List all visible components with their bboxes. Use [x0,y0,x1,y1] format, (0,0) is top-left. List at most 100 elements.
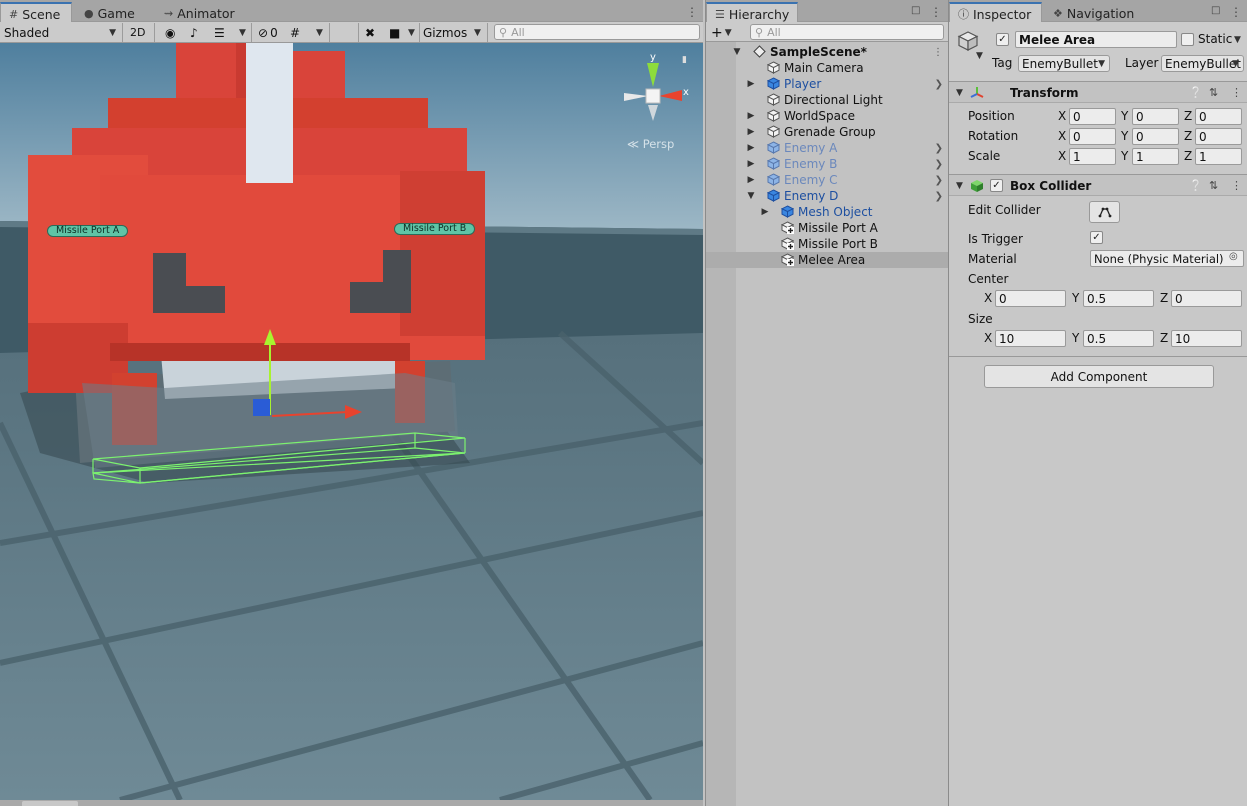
fold-closed-icon[interactable]: ▶ [746,127,756,137]
hierarchy-item[interactable]: ▶ Enemy B ❯ [706,156,948,172]
tools-toggle[interactable]: ✖ [365,24,375,41]
help-icon[interactable]: ❔ [1189,86,1203,99]
component-menu-icon[interactable]: ⋮ [1231,179,1242,192]
audio-toggle[interactable]: ♪ [190,24,198,41]
grid-dropdown[interactable]: ▼ [316,24,323,41]
layer-dropdown[interactable]: EnemyBullet ▼ [1161,55,1244,72]
tab-navigation[interactable]: ❖ Navigation [1045,2,1142,22]
effects-toggle[interactable]: ☰ [214,24,225,41]
gizmos-dropdown[interactable]: ▼ [474,24,481,41]
hierarchy-item[interactable]: ▼ Enemy D ❯ [706,188,948,204]
component-menu-icon[interactable]: ⋮ [1231,86,1242,99]
scene-menu-icon[interactable]: ⋮ [933,47,943,58]
hierarchy-item[interactable]: Missile Port A [706,220,948,236]
center-y-field[interactable]: 0.5 [1083,290,1154,307]
scene-viewport[interactable]: y x ▮ ≪ Persp Missile Port A Missile Por… [0,43,703,800]
inspector-menu-icon[interactable]: ⋮ [1230,5,1242,19]
hierarchy-item[interactable]: ▶ WorldSpace [706,108,948,124]
hierarchy-item[interactable]: ▶ Player ❯ [706,76,948,92]
hierarchy-search-input[interactable]: ⚲ All [750,24,944,40]
center-z-field[interactable]: 0 [1171,290,1242,307]
object-name-field[interactable]: Melee Area [1015,31,1177,48]
lighting-toggle[interactable]: ◉ [165,24,175,41]
missile-port-b-label[interactable]: Missile Port B [394,223,476,235]
size-y-field[interactable]: 0.5 [1083,330,1154,347]
edit-collider-button[interactable] [1089,201,1120,223]
create-button[interactable]: + ▼ [711,24,732,41]
hierarchy-item[interactable]: Missile Port B [706,236,948,252]
hierarchy-item[interactable]: ▶ Grenade Group [706,124,948,140]
fold-open-icon[interactable]: ▼ [732,47,742,57]
camera-settings-button[interactable]: ■ [389,24,400,41]
hierarchy-item[interactable]: Directional Light [706,92,948,108]
open-prefab-icon[interactable]: ❯ [935,79,943,90]
tab-animator[interactable]: ⇝ Animator [156,2,243,22]
hierarchy-item[interactable]: Main Camera [706,60,948,76]
lock-icon[interactable]: □ [911,5,921,16]
center-x-field[interactable]: 0 [995,290,1066,307]
lock-icon[interactable]: ▮ [682,55,687,65]
help-icon[interactable]: ❔ [1189,179,1203,192]
lock-icon[interactable]: □ [1211,5,1221,16]
preset-icon[interactable]: ⇅ [1209,86,1218,99]
transform-scale-x-field[interactable]: 1 [1069,148,1116,165]
open-prefab-icon[interactable]: ❯ [935,191,943,202]
transform-header[interactable]: ▼ Transform ❔ ⇅ ⋮ [949,81,1247,103]
tab-game[interactable]: ● Game [76,2,143,22]
gizmos-button[interactable]: Gizmos [423,24,467,41]
transform-position-y-field[interactable]: 0 [1132,108,1179,125]
fold-closed-icon[interactable]: ▶ [746,143,756,153]
projection-label[interactable]: ≪ Persp [627,137,674,151]
size-x-field[interactable]: 10 [995,330,1066,347]
fold-closed-icon[interactable]: ▶ [746,175,756,185]
transform-scale-y-field[interactable]: 1 [1132,148,1179,165]
open-prefab-icon[interactable]: ❯ [935,159,943,170]
add-component-button[interactable]: Add Component [984,365,1214,388]
tab-hierarchy[interactable]: ☰ Hierarchy [706,2,798,22]
size-z-field[interactable]: 10 [1171,330,1242,347]
tab-inspector[interactable]: ⓘ Inspector [949,2,1042,22]
scene-visibility-toggle[interactable]: ⊘ 0 [258,24,278,41]
fold-closed-icon[interactable]: ▶ [746,111,756,121]
icon-picker-arrow[interactable]: ▼ [976,51,983,61]
box-collider-header[interactable]: ▼ ✓ Box Collider ❔ ⇅ ⋮ [949,174,1247,196]
transform-rotation-x-field[interactable]: 0 [1069,128,1116,145]
effects-dropdown[interactable]: ▼ [239,24,246,41]
transform-position-z-field[interactable]: 0 [1195,108,1242,125]
open-prefab-icon[interactable]: ❯ [935,175,943,186]
hierarchy-item[interactable]: ▼ SampleScene* ⋮ [706,44,948,60]
missile-port-a-label[interactable]: Missile Port A [47,225,129,237]
fold-closed-icon[interactable]: ▶ [746,159,756,169]
is-trigger-checkbox[interactable]: ✓ [1090,231,1103,244]
material-field[interactable]: None (Physic Material) [1090,250,1244,267]
hierarchy-item[interactable]: Melee Area [706,252,948,268]
fold-closed-icon[interactable]: ▶ [746,79,756,89]
transform-rotation-y-field[interactable]: 0 [1132,128,1179,145]
fold-closed-icon[interactable]: ▶ [760,207,770,217]
hierarchy-item[interactable]: ▶ Enemy C ❯ [706,172,948,188]
hierarchy-menu-icon[interactable]: ⋮ [930,5,942,19]
preset-icon[interactable]: ⇅ [1209,179,1218,192]
transform-scale-z-field[interactable]: 1 [1195,148,1242,165]
open-prefab-icon[interactable]: ❯ [935,143,943,154]
scene-search-input[interactable]: ⚲ All [494,24,700,40]
fold-open-icon[interactable]: ▼ [746,191,756,201]
box-collider-enabled-checkbox[interactable]: ✓ [990,179,1003,192]
scene-menu-icon[interactable]: ⋮ [686,5,698,19]
camera-dropdown[interactable]: ▼ [408,24,415,41]
foldout-arrow-icon[interactable]: ▼ [956,181,963,191]
static-checkbox[interactable] [1181,33,1194,46]
static-dropdown-arrow[interactable]: ▼ [1234,35,1241,45]
tag-dropdown[interactable]: EnemyBullet ▼ [1018,55,1110,72]
bottom-tab[interactable] [22,801,78,806]
active-checkbox[interactable]: ✓ [996,33,1009,46]
foldout-arrow-icon[interactable]: ▼ [956,88,963,98]
shading-mode-dropdown[interactable]: Shaded ▼ [4,24,118,41]
tab-scene[interactable]: # Scene [0,2,72,22]
grid-toggle[interactable]: # [290,24,300,41]
hierarchy-item[interactable]: ▶ Mesh Object [706,204,948,220]
transform-position-x-field[interactable]: 0 [1069,108,1116,125]
mode-2d-toggle[interactable]: 2D [130,24,145,41]
object-picker-icon[interactable]: ◎ [1229,251,1238,262]
transform-rotation-z-field[interactable]: 0 [1195,128,1242,145]
